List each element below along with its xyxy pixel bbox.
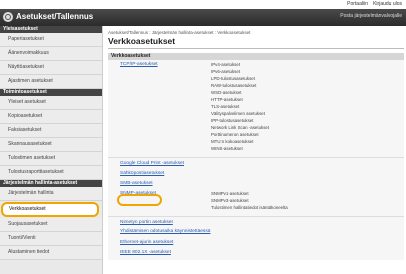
divider bbox=[108, 157, 404, 158]
section-header: Verkkoasetukset bbox=[108, 53, 404, 60]
sidebar-item-security[interactable]: Suojausasetukset bbox=[0, 218, 102, 232]
value-text: SNMPv3-asetukset bbox=[211, 198, 249, 203]
sidebar-item-import-export[interactable]: Tuonti/Vienti bbox=[0, 232, 102, 246]
main-content: Asetukset/Tallennus : Järjestelmän halli… bbox=[108, 26, 404, 274]
value-text: HTTP-asetukset bbox=[211, 97, 243, 102]
sidebar-item-system-management[interactable]: Järjestelmän hallinta bbox=[0, 187, 102, 201]
sidebar-item-initialize[interactable]: Alustaminen tiedot bbox=[0, 246, 102, 260]
startup-wait-link[interactable]: Yhdistämisen odotusaika käynnistettäessä bbox=[120, 229, 210, 234]
value-text: IPv4-asetukset bbox=[211, 62, 241, 67]
breadcrumb: Asetukset/Tallennus : Järjestelmän halli… bbox=[108, 30, 251, 35]
sidebar-item-display[interactable]: Näyttöasetukset bbox=[0, 61, 102, 75]
ieee8021x-link[interactable]: IEEE 802.1X -asetukset bbox=[120, 250, 171, 255]
app-header: Asetukset/Tallennus Posta järjestelmänva… bbox=[0, 9, 406, 26]
value-text: Network Link Scan -asetukset bbox=[211, 125, 270, 130]
sidebar-item-network[interactable]: Verkkoasetukset bbox=[1, 202, 99, 217]
value-text: IPv6-asetukset bbox=[211, 69, 241, 74]
sidebar-item-copy[interactable]: Kopioasetukset bbox=[0, 110, 102, 124]
sidebar-item-scan[interactable]: Skannausasetukset bbox=[0, 138, 102, 152]
app-title: Asetukset/Tallennus bbox=[16, 12, 94, 21]
value-text: IPP-tulostusasetukset bbox=[211, 118, 254, 123]
mail-admin-link[interactable]: Posta järjestelmänvalvojalle bbox=[340, 13, 402, 19]
named-port-link[interactable]: Nimetyn portin asetukset bbox=[120, 220, 173, 225]
value-text: LPD-tulostusasetukset bbox=[211, 76, 255, 81]
value-text: RAW-tulostusasetukset bbox=[211, 83, 257, 88]
ethernet-driver-link[interactable]: Ethernet-ajurin asetukset bbox=[120, 240, 173, 245]
sidebar-section-system: Järjestelmän hallinta-asetukset bbox=[0, 180, 102, 187]
home-icon[interactable] bbox=[3, 12, 13, 22]
sidebar-item-printer[interactable]: Tulostimen asetukset bbox=[0, 152, 102, 166]
value-text: TLS-asetukset bbox=[211, 104, 240, 109]
value-text: MTU:n kokoasetukset bbox=[211, 139, 254, 144]
value-text: WSD-asetukset bbox=[211, 90, 242, 95]
tcpip-settings-link[interactable]: TCP/IP-asetukset bbox=[120, 62, 158, 67]
value-text: Välityspalvelimen asetukset bbox=[211, 111, 265, 116]
sidebar-section-functions: Toimintoasetukset bbox=[0, 89, 102, 96]
value-text: SNMPv1-asetukset bbox=[211, 191, 249, 196]
value-text: WINS-asetukset bbox=[211, 146, 243, 151]
sidebar-item-paper[interactable]: Paperiasetukset bbox=[0, 33, 102, 47]
settings-panel: TCP/IP-asetukset IPv4-asetukset IPv6-ase… bbox=[108, 60, 404, 260]
sidebar-item-common[interactable]: Yleiset asetukset bbox=[0, 96, 102, 110]
logout-link[interactable]: Kirjaudu ulos bbox=[373, 1, 402, 8]
value-text: Porttinumeron asetukset bbox=[211, 132, 259, 137]
google-cloud-print-link[interactable]: Google Cloud Print -asetukset bbox=[120, 161, 184, 166]
sidebar-item-reports[interactable]: Tulostusraporttiasetukset bbox=[0, 166, 102, 180]
sidebar-item-timer[interactable]: Ajastimen asetukset bbox=[0, 75, 102, 89]
sidebar-item-fax[interactable]: Faksiasetukset bbox=[0, 124, 102, 138]
value-text: Tulostimen hallintatiedot isäntäkoneelta bbox=[211, 205, 288, 210]
email-settings-link[interactable]: Sähköpostiasetukset bbox=[120, 171, 164, 176]
smb-settings-link[interactable]: SMB-asetukset bbox=[120, 181, 153, 186]
portal-link[interactable]: Portaaliin bbox=[347, 1, 368, 8]
snmp-highlight bbox=[117, 194, 162, 206]
sidebar: Yleisasetukset Paperiasetukset Äänenvoim… bbox=[0, 26, 103, 274]
sidebar-section-general: Yleisasetukset bbox=[0, 26, 102, 33]
divider bbox=[108, 216, 404, 217]
page-title: Verkkoasetukset bbox=[108, 36, 404, 49]
sidebar-item-volume[interactable]: Äänenvoimakkuus bbox=[0, 47, 102, 61]
